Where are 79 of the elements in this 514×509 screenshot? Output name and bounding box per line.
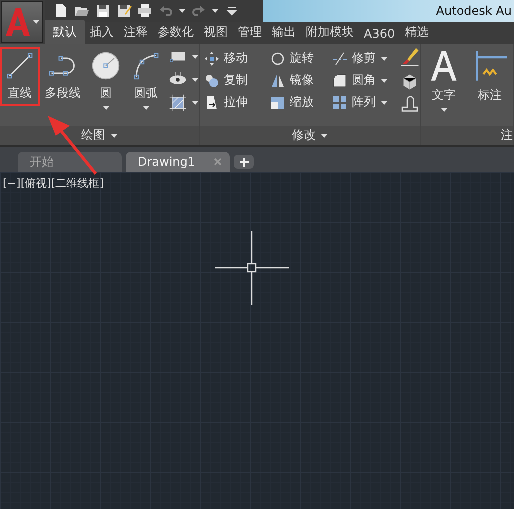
caret-icon[interactable] (321, 134, 328, 138)
mirror-icon (270, 72, 286, 88)
ribbon-button[interactable]: 直线 (0, 47, 40, 106)
caret-icon[interactable] (192, 78, 199, 82)
caret-icon[interactable] (110, 134, 118, 138)
viewport-control[interactable]: [−] (3, 176, 21, 191)
ribbon-button[interactable]: 标注 (467, 47, 513, 106)
brush-button[interactable] (400, 47, 420, 67)
redo-button[interactable] (191, 3, 207, 19)
tool-button[interactable]: 移动 (204, 50, 248, 67)
drawing-canvas[interactable]: [−][俯视][二维线框] (0, 172, 514, 509)
save-button[interactable] (95, 3, 111, 19)
redo-icon (191, 3, 207, 19)
ribbon-tab[interactable]: 参数化 (153, 22, 199, 44)
logo-icon (4, 7, 30, 37)
tool-button[interactable]: 复制 (204, 72, 248, 89)
dimension-icon (473, 49, 507, 83)
tool-button[interactable]: 修剪 (332, 50, 376, 67)
new-button[interactable] (53, 3, 69, 19)
ribbon-tab[interactable]: 注释 (119, 22, 153, 44)
plus-icon (240, 158, 248, 166)
panel-title[interactable]: 修改 (200, 126, 420, 145)
caret-icon (32, 20, 40, 24)
stretch-icon (204, 94, 220, 110)
caret-icon[interactable] (381, 100, 388, 104)
panel-title: 注 (501, 127, 513, 144)
move-icon (204, 50, 220, 66)
ribbon-tab[interactable]: 精选 (400, 22, 434, 44)
boundary-button[interactable] (168, 93, 188, 113)
caret-icon[interactable] (179, 9, 186, 13)
ribbon-button[interactable]: 多段线 (40, 47, 86, 106)
line-icon (5, 51, 35, 81)
panel-title[interactable]: 绘图 (0, 126, 199, 145)
rotate-icon (270, 50, 286, 66)
array-icon (332, 94, 348, 110)
undo-icon (158, 3, 174, 19)
new-tab-button[interactable] (234, 155, 254, 169)
ribbon-button[interactable]: 圆弧 (126, 47, 166, 114)
tool-button[interactable]: 镜像 (270, 72, 314, 89)
print-button[interactable] (137, 3, 153, 19)
ribbon-tab[interactable]: 管理 (233, 22, 267, 44)
caret-icon[interactable] (192, 55, 199, 59)
print-icon (137, 3, 153, 19)
ribbon-tab[interactable]: 附加模块 (301, 22, 359, 44)
fillet-icon (332, 72, 348, 88)
copy-icon (204, 72, 220, 88)
tool-button[interactable]: 缩放 (270, 94, 314, 111)
caret-icon[interactable] (440, 108, 448, 112)
ribbon-tab[interactable]: 输出 (267, 22, 301, 44)
tool-button[interactable]: 拉伸 (204, 94, 248, 111)
caret-icon[interactable] (212, 9, 219, 13)
window-title: Autodesk Au (436, 4, 513, 18)
ribbon-button[interactable]: 圆 (86, 47, 126, 114)
ribbon-tab[interactable]: 默认 (45, 20, 85, 44)
caret-icon[interactable] (102, 106, 110, 110)
caret-icon[interactable] (142, 106, 150, 110)
ribbon-button[interactable]: 文字 (421, 47, 467, 114)
tool-button[interactable]: 旋转 (270, 50, 314, 67)
tool-button[interactable]: 圆角 (332, 72, 376, 89)
application-menu-button[interactable] (1, 1, 43, 43)
scale-icon (270, 94, 286, 110)
undo-button[interactable] (158, 3, 174, 19)
ribbon-tab[interactable]: 插入 (85, 22, 119, 44)
caret-icon[interactable] (192, 101, 199, 105)
brush-icon (400, 47, 420, 67)
ribbon-tab[interactable]: A360 (359, 25, 400, 44)
viewport-control[interactable]: [俯视] (20, 176, 52, 191)
save-as-icon (116, 3, 132, 19)
boundary-icon (168, 93, 188, 113)
file-tab[interactable]: Drawing1 (126, 152, 230, 172)
caret-icon[interactable] (381, 78, 388, 82)
save-as-button[interactable] (116, 3, 132, 19)
tool-button[interactable]: 阵列 (332, 94, 376, 111)
viewport-control[interactable]: [二维线框] (51, 176, 104, 191)
trim-icon (332, 50, 348, 66)
caret-icon[interactable] (381, 56, 388, 60)
ribbon-tab[interactable]: 视图 (199, 22, 233, 44)
save-icon (95, 3, 111, 19)
circle-icon (91, 51, 121, 81)
